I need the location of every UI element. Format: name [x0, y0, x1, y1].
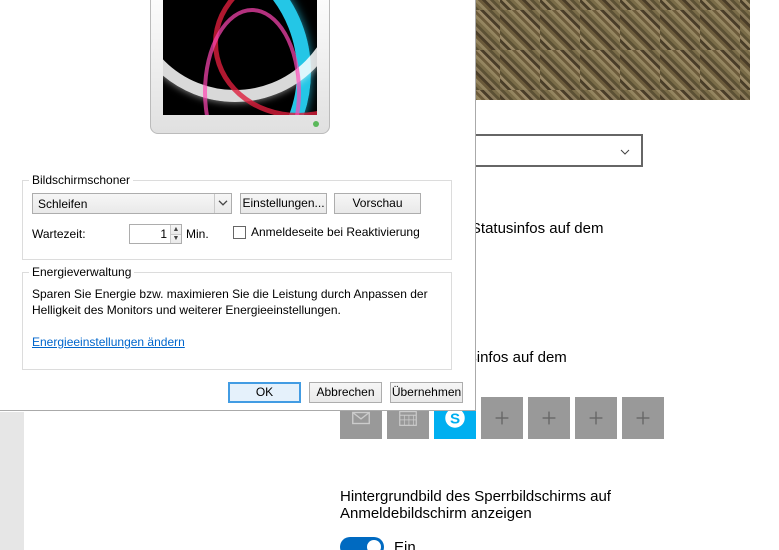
wait-input[interactable]	[130, 225, 170, 243]
tile-add-3[interactable]	[575, 397, 617, 439]
cancel-button[interactable]: Abbrechen	[309, 382, 382, 403]
preview-button[interactable]: Vorschau	[334, 193, 421, 214]
energy-settings-link[interactable]: Energieeinstellungen ändern	[32, 335, 185, 349]
tile-add-2[interactable]	[528, 397, 570, 439]
wait-spinbox[interactable]: ▲ ▼	[129, 224, 182, 244]
energy-group: Energieverwaltung Sparen Sie Energie bzw…	[22, 272, 452, 370]
ok-button[interactable]: OK	[228, 382, 301, 403]
tile-add-4[interactable]	[622, 397, 664, 439]
tile-add-1[interactable]	[481, 397, 523, 439]
screensaver-select[interactable]: Schleifen	[32, 193, 232, 214]
checkbox-box	[233, 226, 246, 239]
chevron-down-icon	[214, 194, 231, 213]
svg-text:S: S	[450, 410, 460, 427]
minutes-label: Min.	[186, 227, 209, 241]
settings-button[interactable]: Einstellungen...	[240, 193, 327, 214]
spin-down-icon[interactable]: ▼	[171, 235, 181, 244]
logon-checkbox-label: Anmeldeseite bei Reaktivierung	[251, 225, 420, 239]
toggle-label: Ein	[394, 539, 416, 550]
side-panel	[0, 412, 24, 550]
energy-description: Sparen Sie Energie bzw. maximieren Sie d…	[32, 287, 442, 318]
chevron-down-icon	[619, 145, 631, 157]
screensaver-preview-monitor	[150, 0, 330, 137]
spin-up-icon[interactable]: ▲	[171, 225, 181, 235]
show-on-signin-toggle[interactable]	[340, 537, 384, 550]
screensaver-group: Bildschirmschoner Schleifen Einstellunge…	[22, 180, 452, 260]
screensaver-dialog: Bildschirmschoner Schleifen Einstellunge…	[0, 0, 476, 411]
show-on-signin-label: Hintergrundbild des Sperrbildschirms auf…	[340, 488, 740, 522]
screensaver-select-value: Schleifen	[33, 197, 87, 211]
energy-group-label: Energieverwaltung	[29, 265, 134, 279]
logon-checkbox[interactable]: Anmeldeseite bei Reaktivierung	[233, 225, 420, 239]
apply-button[interactable]: Übernehmen	[390, 382, 463, 403]
screensaver-group-label: Bildschirmschoner	[29, 173, 133, 187]
wait-label: Wartezeit:	[32, 227, 86, 241]
